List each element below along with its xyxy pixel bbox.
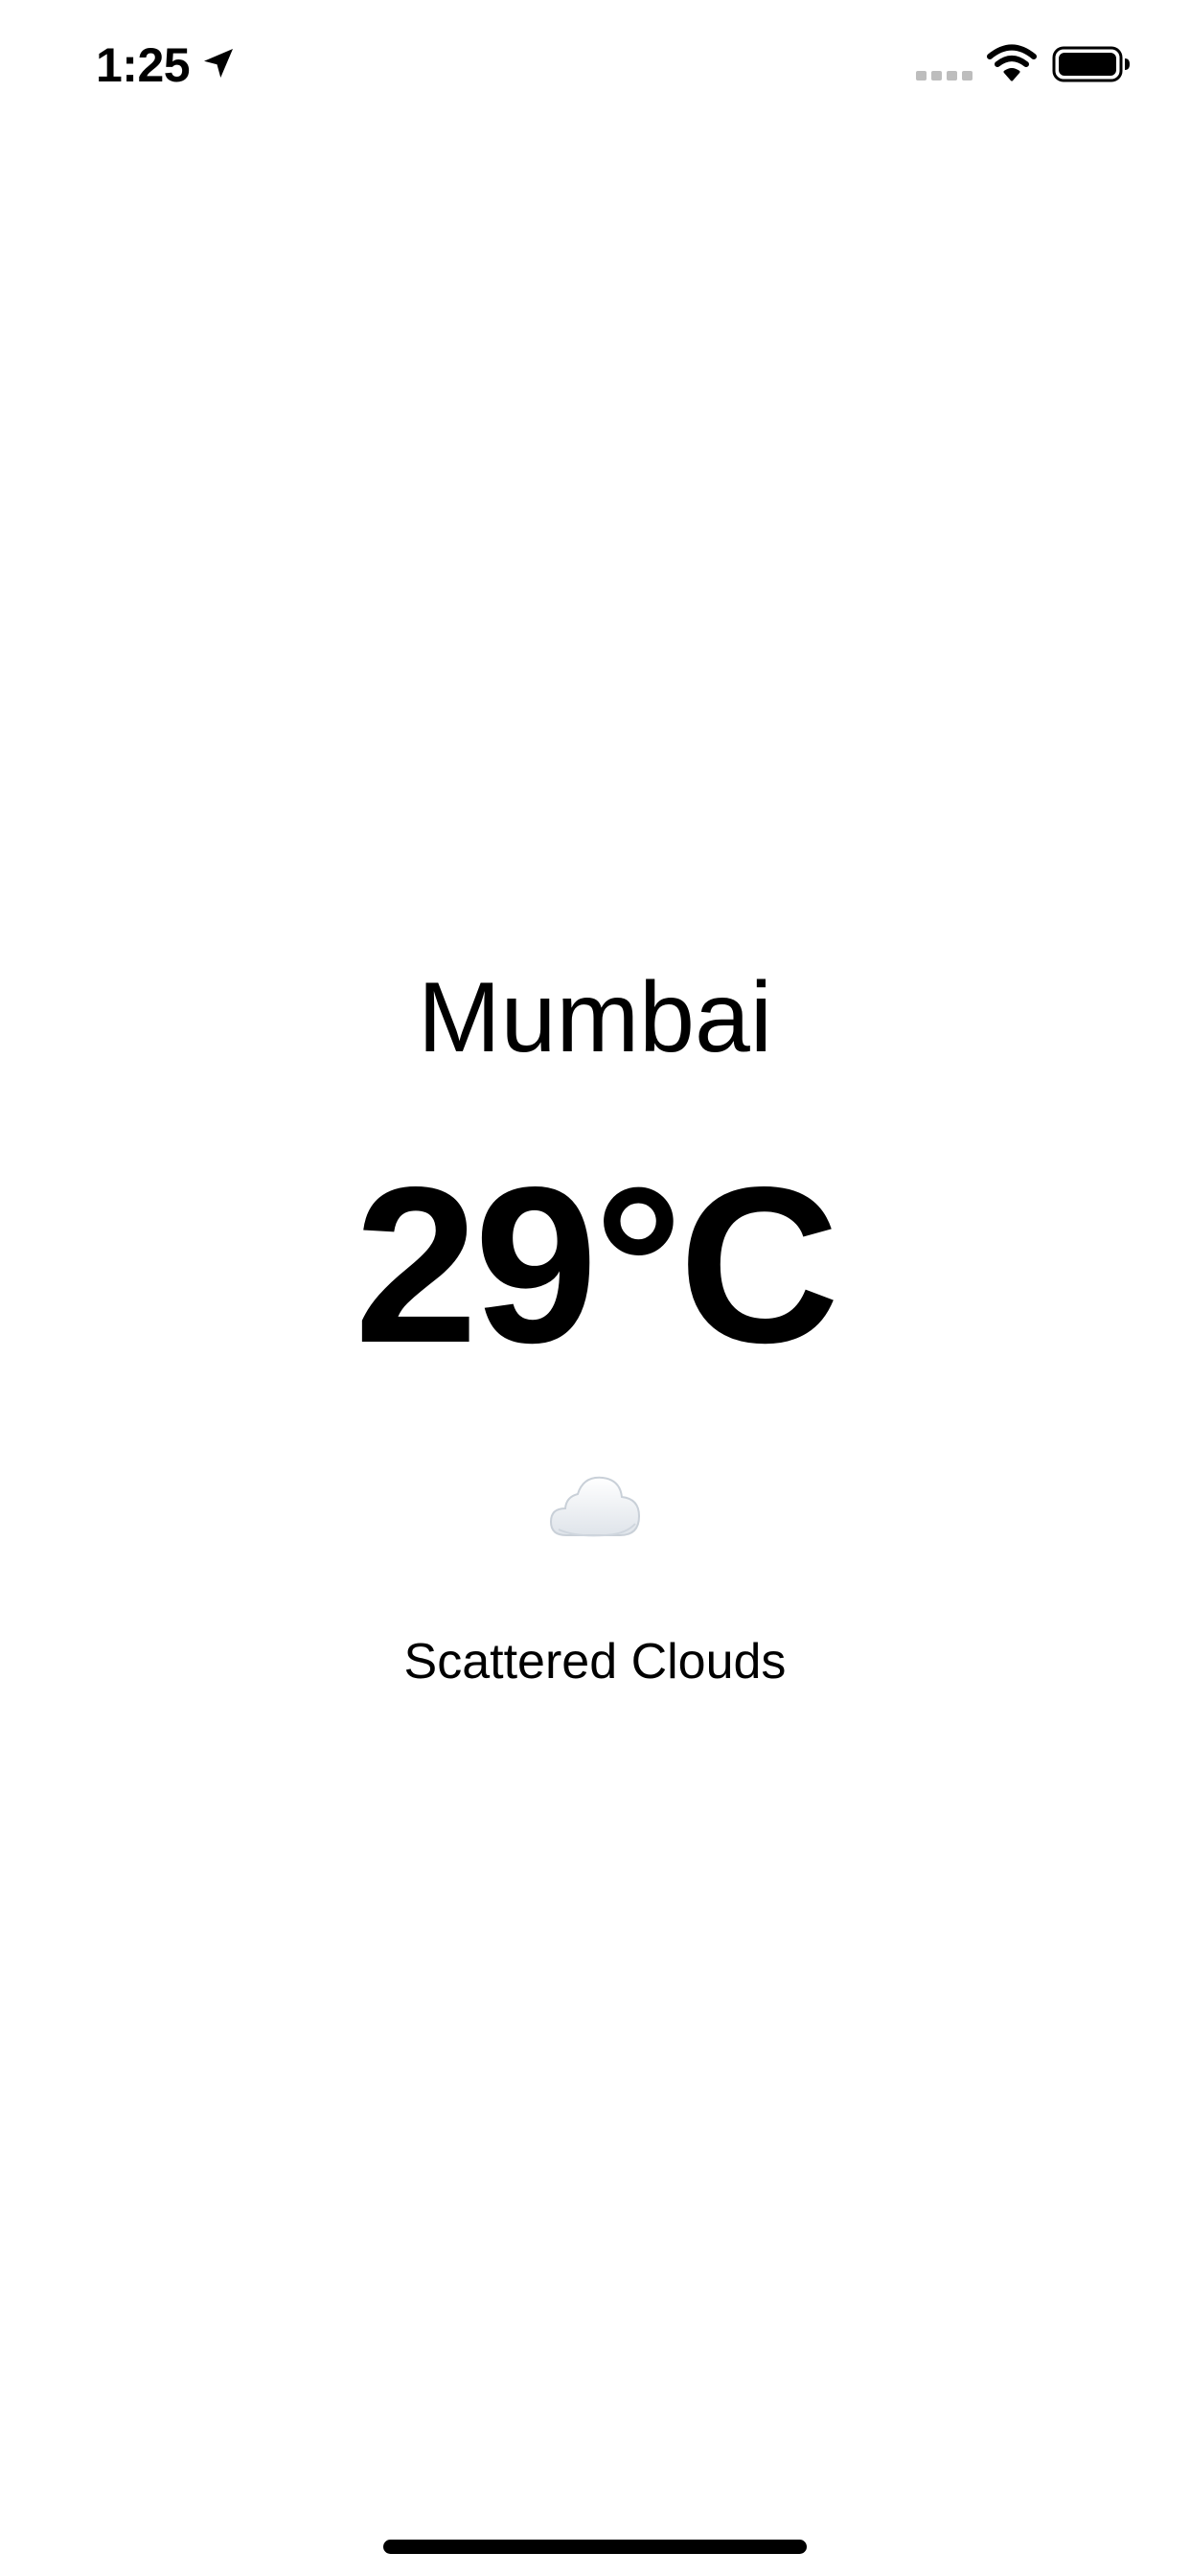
cloud-icon [549, 1476, 641, 1537]
wifi-icon [987, 44, 1037, 81]
temperature-value: 29°C [354, 1141, 839, 1390]
home-indicator[interactable] [383, 2540, 807, 2554]
status-bar: 1:25 [0, 0, 1190, 126]
weather-condition: Scattered Clouds [403, 1634, 787, 1690]
status-time: 1:25 [96, 38, 191, 92]
location-arrow-icon [204, 49, 233, 78]
battery-icon [1052, 46, 1130, 82]
city-name: Mumbai [418, 962, 772, 1073]
cellular-signal-icon [916, 71, 973, 80]
